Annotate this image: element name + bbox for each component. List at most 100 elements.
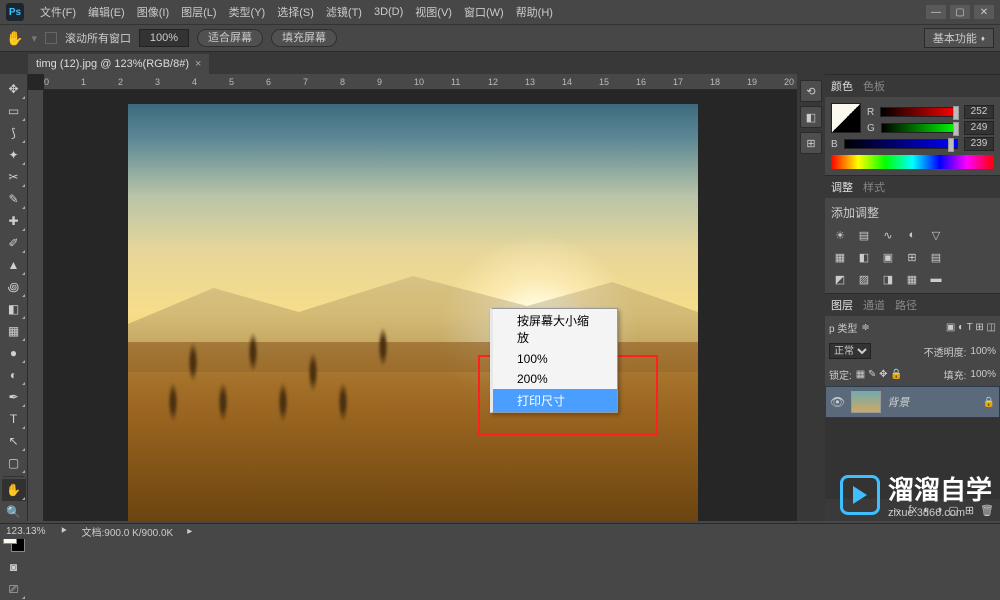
move-tool[interactable]: ✥ <box>2 78 26 100</box>
workspace-switcher[interactable]: 基本功能♦ <box>924 28 994 48</box>
menu-help[interactable]: 帮助(H) <box>510 4 559 20</box>
marquee-tool[interactable]: ▭ <box>2 100 26 122</box>
menu-image[interactable]: 图像(I) <box>131 4 175 20</box>
screenmode-toggle[interactable]: ⎚ <box>2 578 26 600</box>
status-bar: 123.13% ⯈ 文档:900.0 K/900.0K ▸ <box>0 523 1000 539</box>
adj-threshold-icon[interactable]: ◨ <box>879 271 897 287</box>
properties-panel-icon[interactable]: ◧ <box>800 106 822 128</box>
menu-layer[interactable]: 图层(L) <box>175 4 222 20</box>
close-tab-icon[interactable]: × <box>195 58 201 70</box>
path-tool[interactable]: ↖ <box>2 430 26 452</box>
menu-select[interactable]: 选择(S) <box>271 4 320 20</box>
adj-brightness-icon[interactable]: ☀ <box>831 227 849 243</box>
doc-info-icon[interactable]: ⯈ <box>59 526 67 537</box>
adj-photo-icon[interactable]: ▣ <box>879 249 897 265</box>
document-tab[interactable]: timg (12).jpg @ 123%(RGB/8#) × <box>28 54 209 74</box>
menu-view[interactable]: 视图(V) <box>409 4 458 20</box>
r-slider[interactable] <box>880 107 958 117</box>
adj-bw-icon[interactable]: ◧ <box>855 249 873 265</box>
lasso-tool[interactable]: ⟆ <box>2 122 26 144</box>
adj-mixer-icon[interactable]: ⊞ <box>903 249 921 265</box>
ctx-200[interactable]: 200% <box>493 369 617 389</box>
layer-thumbnail[interactable] <box>851 391 881 413</box>
menu-window[interactable]: 窗口(W) <box>458 4 510 20</box>
gradient-tool[interactable]: ▦ <box>2 320 26 342</box>
ruler-vertical[interactable] <box>28 90 44 521</box>
canvas-area[interactable]: 01234567891011121314151617181920 <box>28 74 797 521</box>
adj-levels-icon[interactable]: ▤ <box>855 227 873 243</box>
crop-tool[interactable]: ✂ <box>2 166 26 188</box>
tab-adjustments[interactable]: 调整 <box>831 179 853 195</box>
visibility-icon[interactable]: 👁 <box>830 395 845 409</box>
adj-poster-icon[interactable]: ▨ <box>855 271 873 287</box>
eraser-tool[interactable]: ◧ <box>2 298 26 320</box>
color-panel: 颜色 色板 R252 G249 B239 <box>825 74 1000 175</box>
blur-tool[interactable]: ● <box>2 342 26 364</box>
g-value[interactable]: 249 <box>964 121 994 135</box>
magic-wand-tool[interactable]: ✦ <box>2 144 26 166</box>
b-slider[interactable] <box>844 139 958 149</box>
menu-bar: Ps 文件(F) 编辑(E) 图像(I) 图层(L) 类型(Y) 选择(S) 滤… <box>0 0 1000 24</box>
toolbox: ✥ ▭ ⟆ ✦ ✂ ✎ ✚ ✐ ▲ ꩜ ◧ ▦ ● ◐ ✒ T ↖ ▢ ✋ 🔍 … <box>0 74 28 521</box>
menu-type[interactable]: 类型(Y) <box>223 4 272 20</box>
hand-tool[interactable]: ✋ <box>2 479 26 501</box>
status-doc[interactable]: 文档:900.0 K/900.0K <box>81 524 173 539</box>
quickmask-toggle[interactable]: ◙ <box>2 556 26 578</box>
pen-tool[interactable]: ✒ <box>2 386 26 408</box>
type-tool[interactable]: T <box>2 408 26 430</box>
tab-layers[interactable]: 图层 <box>831 297 853 313</box>
status-zoom[interactable]: 123.13% <box>6 526 45 537</box>
fill-screen-button[interactable]: 填充屏幕 <box>271 29 337 47</box>
adj-lookup-icon[interactable]: ▤ <box>927 249 945 265</box>
menu-3d[interactable]: 3D(D) <box>368 6 409 18</box>
tab-channels[interactable]: 通道 <box>863 297 885 313</box>
ctx-print-size[interactable]: 打印尺寸 <box>493 389 617 412</box>
adjustments-panel: 调整 样式 添加调整 ☀▤∿◐▽ ▦◧▣⊞▤ ◩▨◨▦▬ <box>825 175 1000 293</box>
minimize-button[interactable]: — <box>926 5 946 19</box>
document-tab-bar: timg (12).jpg @ 123%(RGB/8#) × <box>0 52 1000 74</box>
tab-styles[interactable]: 样式 <box>863 179 885 195</box>
zoom-tool[interactable]: 🔍 <box>2 501 26 523</box>
adj-curves-icon[interactable]: ∿ <box>879 227 897 243</box>
spectrum-bar[interactable] <box>831 155 994 169</box>
brush-tool[interactable]: ✐ <box>2 232 26 254</box>
ctx-fit-screen[interactable]: 按屏幕大小缩放 <box>493 309 617 349</box>
hand-tool-icon[interactable]: ✋ <box>6 30 23 47</box>
b-value[interactable]: 239 <box>964 137 994 151</box>
fg-bg-swatch[interactable] <box>831 103 861 133</box>
history-brush-tool[interactable]: ꩜ <box>2 276 26 298</box>
adj-vibrance-icon[interactable]: ▽ <box>927 227 945 243</box>
g-slider[interactable] <box>881 123 958 133</box>
maximize-button[interactable]: ▢ <box>950 5 970 19</box>
dodge-tool[interactable]: ◐ <box>2 364 26 386</box>
healing-tool[interactable]: ✚ <box>2 210 26 232</box>
layer-background[interactable]: 👁 背景 🔒 <box>825 386 1000 418</box>
history-panel-icon[interactable]: ⟲ <box>800 80 822 102</box>
tab-swatches[interactable]: 色板 <box>863 78 885 94</box>
blend-mode-select[interactable]: 正常 <box>829 343 871 359</box>
menu-file[interactable]: 文件(F) <box>34 4 82 20</box>
eyedropper-tool[interactable]: ✎ <box>2 188 26 210</box>
ctx-100[interactable]: 100% <box>493 349 617 369</box>
shape-tool[interactable]: ▢ <box>2 452 26 474</box>
adj-gradient-icon[interactable]: ▬ <box>927 271 945 287</box>
adj-selective-icon[interactable]: ▦ <box>903 271 921 287</box>
tab-color[interactable]: 颜色 <box>831 78 853 94</box>
close-button[interactable]: ✕ <box>974 5 994 19</box>
ruler-horizontal[interactable]: 01234567891011121314151617181920 <box>44 74 797 90</box>
character-panel-icon[interactable]: ⊞ <box>800 132 822 154</box>
tab-paths[interactable]: 路径 <box>895 297 917 313</box>
scroll-all-checkbox[interactable] <box>45 32 57 44</box>
zoom-field[interactable]: 100% <box>139 29 189 47</box>
lock-icon: 🔒 <box>983 397 995 408</box>
menu-filter[interactable]: 滤镜(T) <box>320 4 368 20</box>
adj-exposure-icon[interactable]: ◐ <box>903 227 921 243</box>
fit-screen-button[interactable]: 适合屏幕 <box>197 29 263 47</box>
stamp-tool[interactable]: ▲ <box>2 254 26 276</box>
watermark: 溜溜自学 zixue.3d66.com <box>840 470 992 519</box>
ps-logo: Ps <box>6 3 24 21</box>
menu-edit[interactable]: 编辑(E) <box>82 4 131 20</box>
r-value[interactable]: 252 <box>964 105 994 119</box>
adj-invert-icon[interactable]: ◩ <box>831 271 849 287</box>
adj-hue-icon[interactable]: ▦ <box>831 249 849 265</box>
